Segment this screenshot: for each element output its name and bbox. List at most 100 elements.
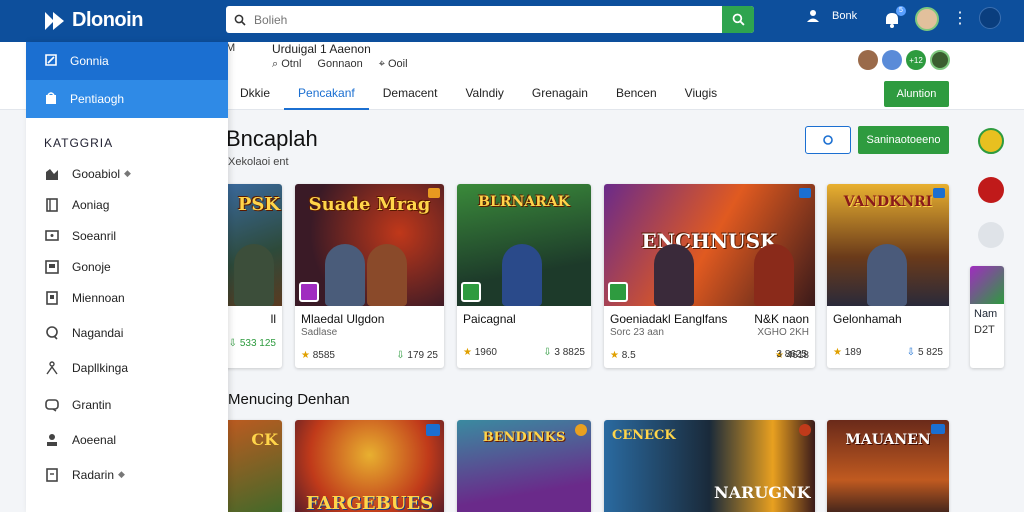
character-figure [867, 244, 907, 306]
character-figure [325, 244, 365, 306]
fire-icon[interactable] [978, 177, 1004, 203]
game-title: Gelonhamah [833, 312, 902, 326]
controller-icon [44, 53, 58, 70]
game-card[interactable]: Suade Mrag Mlaedal Ulgdon Sadlase ★ 8585… [295, 184, 444, 368]
section-title: Menucing Denhan [228, 391, 350, 408]
sidebar-item-category[interactable]: Aoniag [26, 189, 228, 220]
tab-5[interactable]: Bencen [602, 82, 671, 110]
meta-item[interactable]: ⌖ Ooil [379, 58, 408, 71]
monitor-icon [44, 228, 60, 244]
game-card[interactable]: BENDINKS [457, 420, 591, 512]
sidebar-item-category[interactable]: Miennoan [26, 282, 228, 313]
game-cover: MAUANEN [827, 420, 949, 512]
search-button[interactable] [722, 6, 754, 33]
app-icon [461, 282, 481, 302]
sidebar-item-category[interactable]: Aoeenal [26, 424, 228, 455]
tab-6[interactable]: Viugis [671, 82, 731, 110]
section-action-button[interactable]: Saninaotoeeno [858, 126, 949, 154]
game-cover: CENECK NARUGNK [604, 420, 815, 512]
section-subtitle: Xekolaoi ent [228, 156, 289, 168]
game-title: Paicagnal [463, 312, 516, 326]
game-card[interactable]: Nam D2T [970, 266, 1004, 368]
sidebar-item-label: Gonnia [70, 54, 109, 68]
sidebar-item-games[interactable]: Gonnia [26, 42, 228, 80]
chart-icon [44, 166, 60, 182]
chat-icon [44, 325, 60, 341]
game-cover: ENCHNUSK [604, 184, 815, 306]
game-card[interactable]: ENCHNUSK Goeniadakl Eanglfans Sorc 23 aa… [604, 184, 815, 368]
game-cover: Suade Mrag [295, 184, 444, 306]
cover-title: VANDKNRI [843, 194, 933, 210]
game-card[interactable]: VANDKNRI Gelonhamah ★ 189 ⇩ 5 825 [827, 184, 949, 368]
sidebar-item-category[interactable]: Gooabiol ◆ [26, 158, 228, 189]
sidebar-item-category[interactable]: Gonoje [26, 251, 228, 282]
cover-title: NARUGNK [714, 483, 811, 502]
logo-icon [45, 11, 64, 30]
character-figure [654, 244, 694, 306]
sidebar-item-category[interactable]: Grantin [26, 389, 228, 420]
game-title: Goeniadakl Eanglfans [610, 312, 728, 326]
globe-icon[interactable] [979, 7, 1001, 29]
message-icon [44, 397, 60, 413]
cover-title: MAUANEN [845, 432, 931, 448]
download-count: ⇩ 179 25 [396, 350, 438, 361]
sidebar-item-category[interactable]: Dapllkinga [26, 352, 228, 383]
sidebar-item-category[interactable]: Nagandai [26, 317, 228, 348]
refresh-icon [823, 135, 833, 145]
download-count: ⇩ 3 8825 [543, 347, 585, 358]
file-icon [44, 467, 60, 483]
sidebar-item-label: Pentiaogh [70, 92, 125, 106]
category-heading: KATGGRIA [44, 136, 114, 150]
more-menu-icon[interactable]: ⋮ [952, 10, 968, 28]
app-icon [299, 282, 319, 302]
profile-avatar[interactable] [915, 7, 939, 31]
person-icon [44, 360, 60, 376]
badge-icon [575, 424, 587, 436]
friend-avatars[interactable]: +12 [858, 50, 950, 70]
sidebar-drawer: Gonnia Pentiaogh KATGGRIA Gooabiol ◆ Aoni… [26, 42, 228, 512]
tab-4[interactable]: Grenagain [518, 82, 602, 110]
tag-icon: ⌖ [378, 58, 385, 70]
user-icon [807, 10, 819, 22]
game-cover: BENDINKS [457, 420, 591, 512]
tab-1[interactable]: Pencakanf [284, 82, 369, 110]
notifications-button[interactable]: 5 [880, 6, 906, 32]
avatar-count: +12 [906, 50, 926, 70]
game-card[interactable]: FARGEBUES [295, 420, 444, 512]
account-button[interactable]: Bonk [806, 9, 857, 23]
sidebar-item-store[interactable]: Pentiaogh [26, 80, 228, 118]
badge-icon [799, 188, 811, 198]
document-icon [44, 290, 60, 306]
game-cover: FARGEBUES [295, 420, 444, 512]
game-card[interactable]: CENECK NARUGNK [604, 420, 815, 512]
tab-3[interactable]: Valndiy [451, 82, 517, 110]
meta-item[interactable]: Gonnaon [317, 58, 362, 71]
game-title: Nam [974, 308, 998, 320]
trophy-icon[interactable] [978, 128, 1004, 154]
sidebar-item-category[interactable]: Radarin ◆ [26, 459, 228, 490]
tab-0[interactable]: Dkkie [226, 82, 284, 110]
game-subtitle: Sorc 23 aan [610, 327, 664, 338]
meta-item[interactable]: ⌕ Otnl [272, 58, 301, 71]
character-figure [367, 244, 407, 306]
game-card[interactable]: MAUANEN [827, 420, 949, 512]
character-figure [754, 244, 794, 306]
app-name: Dlonoin [72, 9, 143, 31]
tab-bar: Dkkie Pencakanf Demacent Valndiy Grenaga… [226, 82, 731, 110]
shield-icon: ◆ [118, 469, 125, 479]
game-card[interactable]: BLRNARAK Paicagnal ★ 1960 ⇩ 3 8825 [457, 184, 591, 368]
search-input[interactable] [254, 6, 722, 33]
tab-2[interactable]: Demacent [369, 82, 452, 110]
follow-button[interactable]: Aluntion [884, 81, 949, 107]
cover-title: BENDINKS [482, 430, 566, 445]
cover-title: BLRNARAK [478, 194, 570, 210]
user-icon [44, 432, 60, 448]
cover-title: Suade Mrag [308, 194, 431, 215]
refresh-button[interactable] [805, 126, 851, 154]
notification-count: 5 [896, 6, 906, 16]
chat-icon[interactable] [978, 222, 1004, 248]
app-logo[interactable]: Dlonoin [44, 9, 143, 32]
game-cover [970, 266, 1004, 304]
top-bar: Dlonoin Bonk 5 ⋮ [0, 0, 1024, 42]
sidebar-item-category[interactable]: Soeanril [26, 220, 228, 251]
